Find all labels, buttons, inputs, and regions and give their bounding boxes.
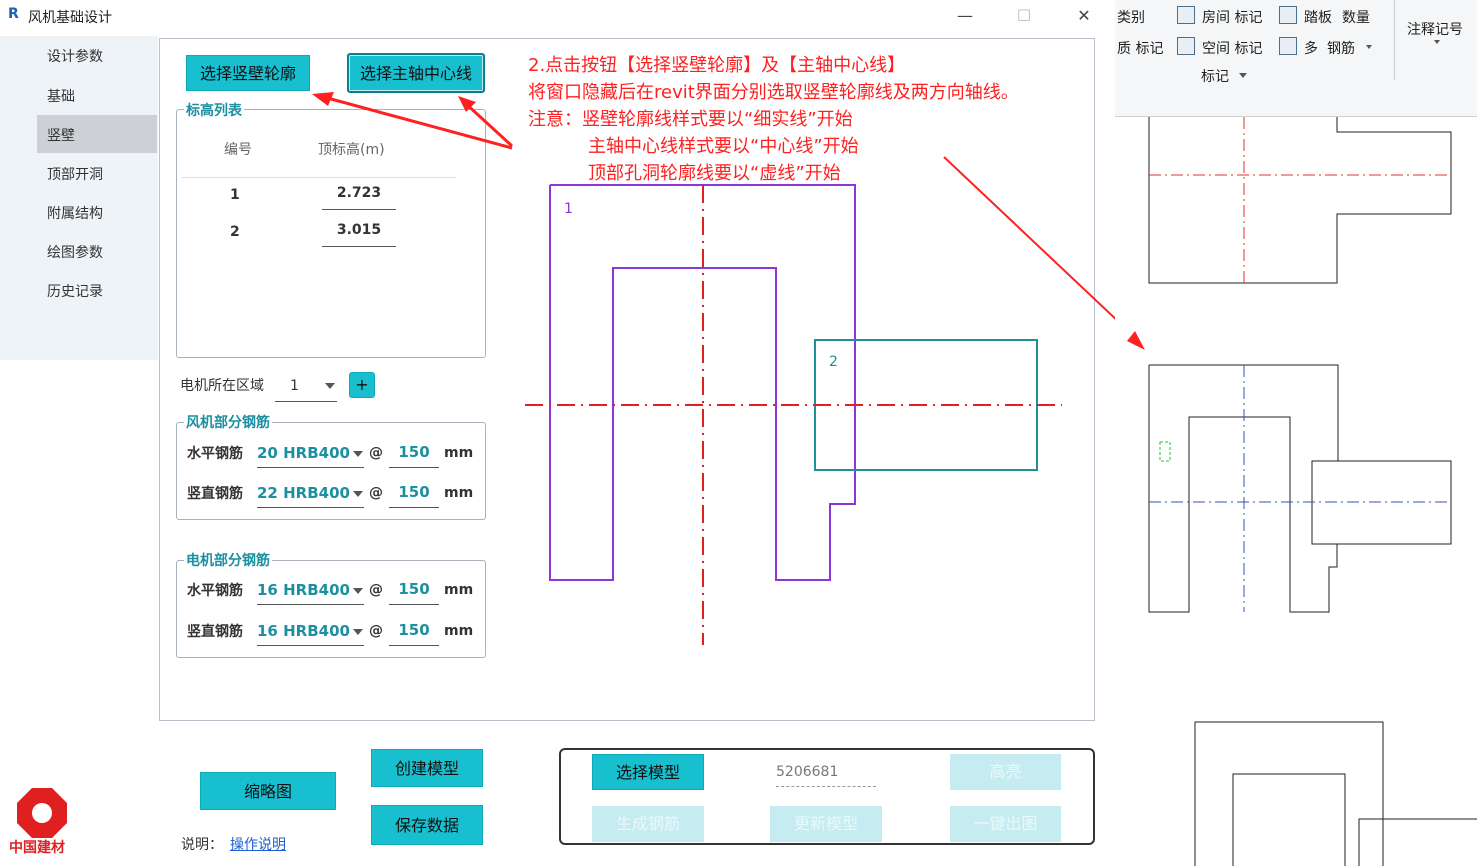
revit-ribbon: 类别 房间 标记 踏板 数量 质 标记 空间 标记 多 钢筋 标记 注释记号: [1115, 0, 1477, 117]
chevron-down-icon[interactable]: [1239, 73, 1247, 78]
wall-preview-drawing: [312, 92, 1115, 645]
drawing-label-1: 1: [564, 201, 573, 217]
revit-canvas: [1127, 117, 1477, 866]
plan-box-bottom: [1358, 818, 1477, 866]
thumbnail-button[interactable]: 缩略图: [200, 772, 336, 810]
brand-logo-icon: [17, 788, 67, 838]
ribbon-room-tag[interactable]: 房间 标记: [1202, 7, 1262, 27]
save-data-button[interactable]: 保存数据: [371, 805, 483, 845]
ribbon-rebar[interactable]: 钢筋: [1327, 38, 1355, 58]
arrow-head-1: [312, 92, 334, 106]
drawing-label-2: 2: [829, 354, 838, 370]
ribbon-count[interactable]: 数量: [1342, 7, 1370, 27]
plan-opening: [1159, 441, 1171, 462]
tread-icon: [1279, 6, 1297, 24]
brand-logo-center: [32, 803, 52, 823]
ribbon-category-tag[interactable]: 类别: [1117, 7, 1145, 27]
dialog-window: R 风机基础设计 — ☐ ✕ 设计参数 基础 竖壁 顶部开洞 附属结构 绘图参数…: [0, 0, 1115, 866]
plan-outline-top: [1148, 117, 1452, 284]
model-id-field[interactable]: 5206681: [776, 756, 876, 787]
ribbon-multi[interactable]: 多: [1304, 38, 1318, 58]
create-model-button[interactable]: 创建模型: [371, 749, 483, 787]
generate-rebar-button[interactable]: 生成钢筋: [592, 806, 704, 842]
arrow-line-2: [462, 100, 514, 148]
ribbon-divider: [1394, 0, 1395, 80]
one-click-drawing-button[interactable]: 一键出图: [950, 806, 1061, 842]
brand-name: 中国建材: [9, 840, 65, 856]
chevron-down-icon[interactable]: [1434, 40, 1440, 44]
chevron-down-icon[interactable]: [1366, 45, 1372, 49]
arrow-head-3: [1127, 331, 1145, 350]
plan-inner-bottom: [1232, 773, 1346, 866]
select-model-button[interactable]: 选择模型: [592, 754, 704, 790]
ribbon-keynote[interactable]: 注释记号: [1407, 19, 1463, 39]
operation-guide-link[interactable]: 操作说明: [230, 834, 286, 854]
highlight-button[interactable]: 高亮: [950, 754, 1061, 790]
ribbon-group-tag: 标记: [1201, 69, 1229, 85]
ribbon-tread[interactable]: 踏板: [1304, 7, 1332, 27]
note-label: 说明：: [181, 837, 223, 853]
multi-rebar-icon: [1279, 37, 1297, 55]
room-tag-icon: [1177, 6, 1195, 24]
space-tag-icon: [1177, 37, 1195, 55]
plan-outline-middle: [1148, 364, 1452, 613]
update-model-button[interactable]: 更新模型: [770, 806, 882, 842]
arrow-line-3: [943, 156, 1115, 320]
ribbon-material-tag[interactable]: 质 标记: [1117, 38, 1163, 58]
arrow-line-1: [319, 94, 513, 150]
plan-outline-bottom: [1194, 721, 1384, 866]
ribbon-space-tag[interactable]: 空间 标记: [1202, 38, 1262, 58]
